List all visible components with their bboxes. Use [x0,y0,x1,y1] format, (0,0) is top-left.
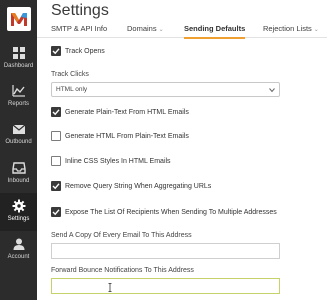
plain-text-checkbox[interactable] [51,107,61,117]
sidebar-item-label: Dashboard [3,63,34,69]
track-clicks-label: Track Clicks [51,71,89,78]
remove-query-label: Remove Query String When Aggregating URL… [65,182,212,190]
text-cursor-icon [108,283,112,292]
sidebar-item-label: Outbound [5,139,32,145]
html-from-plain-checkbox[interactable] [51,131,61,141]
bcc-address-input[interactable] [51,243,280,259]
track-clicks-select[interactable]: HTML only [51,82,280,97]
sidebar-item-settings[interactable]: Settings [0,193,37,231]
gear-icon [12,199,25,213]
logo[interactable] [0,0,37,37]
remove-query-checkbox[interactable] [51,181,61,191]
sidebar: Dashboard Reports Outbound Inbound Setti… [0,0,37,300]
tab-rejection-lists[interactable]: Rejection Lists ⌄ [263,24,319,38]
app-window: Dashboard Reports Outbound Inbound Setti… [0,0,327,300]
expose-recipients-checkbox[interactable] [51,207,61,217]
chevron-down-icon: ⌄ [313,27,319,33]
track-opens-label: Track Opens [65,47,105,55]
page-title: Settings [51,2,109,19]
checkmark-icon [52,183,60,190]
tab-label: SMTP & API Info [51,24,108,33]
sidebar-item-label: Reports [7,101,29,107]
sidebar-item-outbound[interactable]: Outbound [0,116,37,154]
sidebar-item-inbound[interactable]: Inbound [0,155,37,193]
account-icon [13,238,24,250]
sidebar-item-reports[interactable]: Reports [0,78,37,116]
chevron-down-icon: ⌄ [158,27,164,33]
track-opens-option: Track Opens [51,46,105,56]
bounce-forward-input[interactable] [51,278,280,294]
checkmark-icon [52,48,60,55]
bcc-address-label: Send A Copy Of Every Email To This Addre… [51,232,192,239]
expose-recipients-option: Expose The List Of Recipients When Sendi… [51,207,277,217]
tab-label: Rejection Lists [263,24,312,33]
plain-text-label: Generate Plain-Text From HTML Emails [65,108,189,116]
outbound-icon [12,124,25,134]
inbound-icon [11,162,26,174]
inline-css-option: Inline CSS Styles In HTML Emails [51,156,171,166]
track-opens-checkbox[interactable] [51,46,61,56]
sidebar-item-dashboard[interactable]: Dashboard [0,40,37,78]
inline-css-checkbox[interactable] [51,156,61,166]
tab-smtp-api-info[interactable]: SMTP & API Info [51,24,107,38]
sidebar-item-account[interactable]: Account [0,231,37,269]
checkmark-icon [52,109,60,116]
inline-css-label: Inline CSS Styles In HTML Emails [65,157,171,165]
remove-query-option: Remove Query String When Aggregating URL… [51,181,211,191]
tab-label: Sending Defaults [184,24,246,33]
reports-icon [11,85,25,97]
chevron-down-icon [269,88,275,93]
sidebar-item-label: Inbound [7,178,30,184]
sidebar-item-label: Settings [7,216,30,222]
bounce-forward-label: Forward Bounce Notifications To This Add… [51,267,194,274]
tab-sending-defaults[interactable]: Sending Defaults [184,24,246,39]
mandrill-logo-icon [6,6,31,31]
html-from-plain-label: Generate HTML From Plain-Text Emails [65,132,189,140]
checkmark-icon [52,209,60,216]
expose-recipients-label: Expose The List Of Recipients When Sendi… [65,208,277,216]
dashboard-icon [12,47,25,59]
html-from-plain-option: Generate HTML From Plain-Text Emails [51,131,189,141]
tab-label: Domains [127,24,157,33]
sidebar-item-label: Account [7,254,30,260]
track-clicks-value: HTML only [56,86,88,93]
tab-domains[interactable]: Domains ⌄ [127,24,164,38]
plain-text-option: Generate Plain-Text From HTML Emails [51,107,189,117]
tab-bar: SMTP & API Info Domains ⌄ Sending Default… [37,22,327,39]
